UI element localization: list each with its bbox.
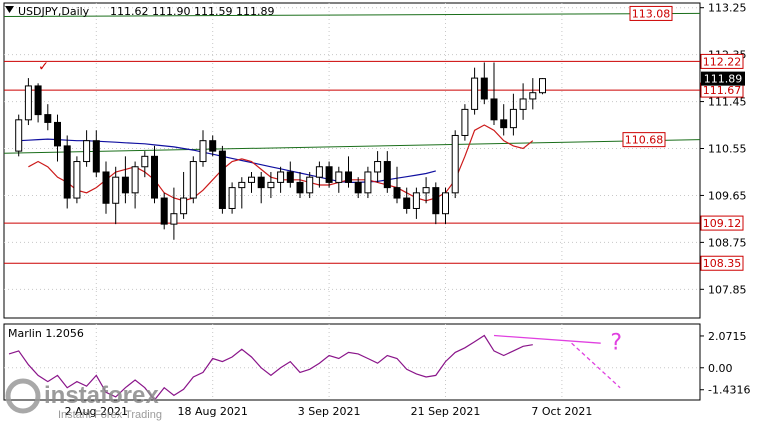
candle-body-bull	[471, 77, 479, 110]
candle-body-bull	[422, 187, 430, 194]
candle-body-bull	[248, 176, 255, 183]
candle-body-bull	[306, 176, 314, 194]
candle-body-bear	[44, 114, 52, 123]
candle-body-bear	[54, 121, 61, 147]
symbol-label: USDJPY,Daily	[18, 5, 90, 18]
indicator-tick-label: 2.0715	[708, 330, 747, 343]
candle-body-bull	[112, 176, 120, 204]
time-axis-label: 7 Oct 2021	[531, 405, 592, 418]
candle-body-bull	[180, 197, 188, 215]
watermark-tagline: Instant Forex Trading	[58, 409, 162, 421]
candle-body-bear	[345, 171, 352, 183]
candle-body-bull	[199, 140, 207, 163]
indicator-tick-label: -1.4316	[708, 384, 750, 397]
usdjpy-daily-chart: 113.25112.35111.45110.55109.65108.75107.…	[0, 0, 758, 423]
time-axis-label: 21 Sep 2021	[411, 405, 481, 418]
candle-body-bear	[500, 119, 508, 129]
candle-body-bear	[325, 166, 333, 183]
candle-body-bull	[412, 192, 420, 209]
candle-body-bull	[315, 166, 323, 178]
candle-body-bull	[277, 171, 285, 183]
candle-body-bear	[403, 197, 411, 209]
candle-body-bear	[63, 145, 71, 199]
candle-body-bear	[393, 187, 401, 199]
candle-body-bull	[461, 108, 469, 136]
candle-body-bear	[257, 176, 265, 189]
chart-background	[0, 0, 758, 423]
price-tick-label: 109.65	[708, 189, 747, 202]
time-axis-label: 18 Aug 2021	[177, 405, 247, 418]
watermark-brand: instaforex	[44, 382, 159, 409]
candle-body-bull	[83, 140, 91, 163]
price-tick-label: 113.25	[708, 2, 747, 15]
candle-body-bull	[529, 92, 537, 100]
candle-body-bull	[335, 171, 343, 183]
candle-body-bear	[160, 197, 168, 225]
candle-body-bull	[364, 171, 372, 194]
current-price-label: 111.89	[704, 73, 743, 86]
ohlc-readout: 111.62 111.90 111.59 111.89	[110, 5, 274, 18]
candle-body-bull	[509, 108, 517, 129]
candle-body-bull	[141, 155, 149, 168]
candle-body-bear	[432, 187, 440, 215]
candle-body-bear	[121, 176, 129, 194]
level-label: 108.35	[703, 257, 742, 270]
candle-body-bull	[73, 161, 81, 199]
price-tick-label: 108.75	[708, 236, 747, 249]
candle-body-bear	[218, 150, 226, 209]
candle-body-bull	[442, 192, 449, 215]
candle-body-bull	[519, 98, 527, 110]
candle-body-bear	[151, 155, 158, 199]
candle-body-bear	[490, 98, 498, 121]
candle-body-bull	[170, 213, 178, 225]
question-mark: ?	[610, 330, 622, 355]
candle-body-bull	[228, 187, 236, 209]
level-label: 111.67	[703, 84, 742, 97]
level-label: 110.68	[625, 134, 664, 147]
indicator-name: Marlin 1.2056	[8, 327, 84, 340]
candle-body-bull	[238, 181, 246, 189]
price-tick-label: 107.85	[708, 283, 747, 296]
level-label: 113.08	[632, 7, 671, 20]
candle-body-bull	[189, 161, 197, 199]
time-axis-label: 3 Sep 2021	[298, 405, 361, 418]
level-label: 109.12	[703, 217, 742, 230]
price-tick-label: 110.55	[708, 143, 747, 156]
candle-body-bear	[209, 140, 217, 152]
level-label: 112.22	[703, 55, 742, 68]
candle-body-bear	[354, 181, 362, 194]
candle-body-bear	[383, 161, 391, 189]
candle-body-bull	[267, 181, 275, 189]
candle-body-bull	[15, 119, 23, 152]
candle-body-bull	[374, 161, 382, 173]
candle-body-bear	[480, 77, 488, 100]
candle-body-bear	[34, 85, 42, 116]
candle-body-bear	[286, 171, 294, 183]
candle-body-bull	[539, 78, 546, 94]
candle-body-bear	[102, 171, 110, 204]
candle-body-bear	[92, 140, 100, 173]
candle-body-bear	[296, 181, 304, 194]
candle-body-bull	[24, 85, 32, 121]
chart-canvas: 113.25112.35111.45110.55109.65108.75107.…	[0, 0, 758, 423]
candle-body-bull	[451, 134, 459, 194]
indicator-tick-label: 0.00	[708, 362, 733, 375]
candle-body-bull	[131, 166, 139, 194]
check-marker: ✓	[38, 59, 49, 74]
